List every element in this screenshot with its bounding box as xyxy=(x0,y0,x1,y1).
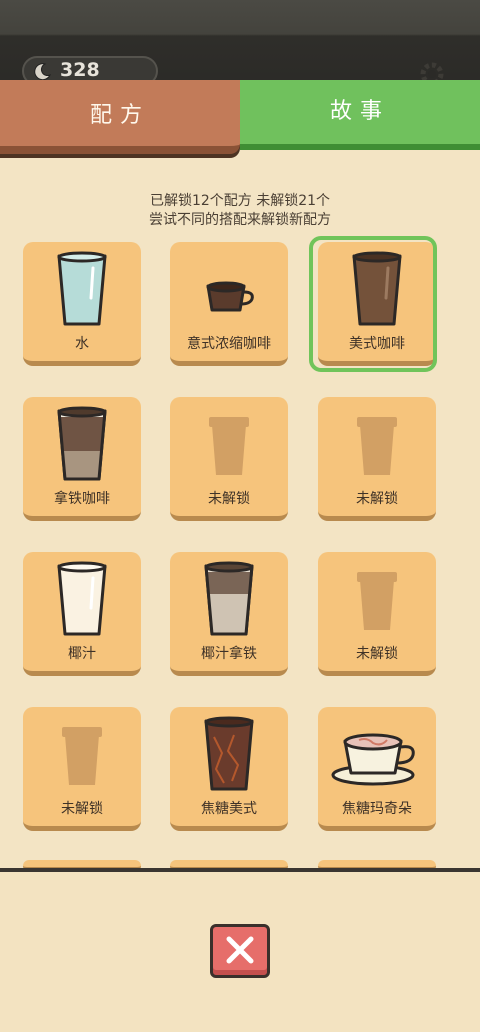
coconut-latte-glass-icon xyxy=(170,558,288,642)
recipe-card[interactable]: 未解锁 xyxy=(318,552,436,676)
recipe-card[interactable]: 未解锁 xyxy=(170,397,288,521)
water-glass-icon xyxy=(23,248,141,332)
recipe-label: 椰汁 xyxy=(68,646,96,662)
unlock-hint: 尝试不同的搭配来解锁新配方 xyxy=(149,212,331,228)
latte-glass-icon xyxy=(23,403,141,487)
caramel-americano-glass-icon xyxy=(170,713,288,797)
recipe-label: 椰汁拿铁 xyxy=(201,646,257,662)
espresso-cup-icon xyxy=(170,248,288,332)
recipe-label: 意式浓缩咖啡 xyxy=(187,336,271,352)
selected-highlight xyxy=(309,236,437,372)
recipe-card[interactable]: 焦糖玛奇朵 xyxy=(318,707,436,831)
moon-icon xyxy=(34,63,52,81)
close-icon xyxy=(226,936,254,964)
recipe-label: 水 xyxy=(75,336,89,352)
coconut-glass-icon xyxy=(23,558,141,642)
coin-count: 328 xyxy=(60,59,100,81)
recipe-label: 未解锁 xyxy=(208,491,250,507)
recipe-label: 未解锁 xyxy=(61,801,103,817)
caramel-macchiato-cup-icon xyxy=(318,713,436,797)
recipe-label: 未解锁 xyxy=(356,646,398,662)
recipe-card[interactable]: 意式浓缩咖啡 xyxy=(170,242,288,366)
recipe-label: 拿铁咖啡 xyxy=(54,491,110,507)
recipe-label: 焦糖玛奇朵 xyxy=(342,801,412,817)
recipe-card[interactable]: 未解锁 xyxy=(23,707,141,831)
unlock-summary: 已解锁12个配方 未解锁21个 xyxy=(149,193,331,209)
locked-cup-icon xyxy=(318,403,436,487)
tab-recipe[interactable]: 配方 xyxy=(0,80,240,154)
close-button[interactable] xyxy=(210,924,270,978)
recipe-card[interactable]: 水 xyxy=(23,242,141,366)
recipe-card[interactable]: 焦糖美式 xyxy=(170,707,288,831)
locked-cup-icon xyxy=(318,558,436,642)
recipe-card[interactable]: 拿铁咖啡 xyxy=(23,397,141,521)
recipe-card[interactable]: 椰汁拿铁 xyxy=(170,552,288,676)
locked-cup-icon xyxy=(23,713,141,797)
locked-cup-icon xyxy=(170,403,288,487)
tab-story[interactable]: 故事 xyxy=(240,80,480,150)
recipe-label: 焦糖美式 xyxy=(201,801,257,817)
recipe-card[interactable]: 未解锁 xyxy=(318,397,436,521)
top-bar: 328 xyxy=(0,0,480,92)
recipe-label: 未解锁 xyxy=(356,491,398,507)
recipe-card[interactable]: 椰汁 xyxy=(23,552,141,676)
